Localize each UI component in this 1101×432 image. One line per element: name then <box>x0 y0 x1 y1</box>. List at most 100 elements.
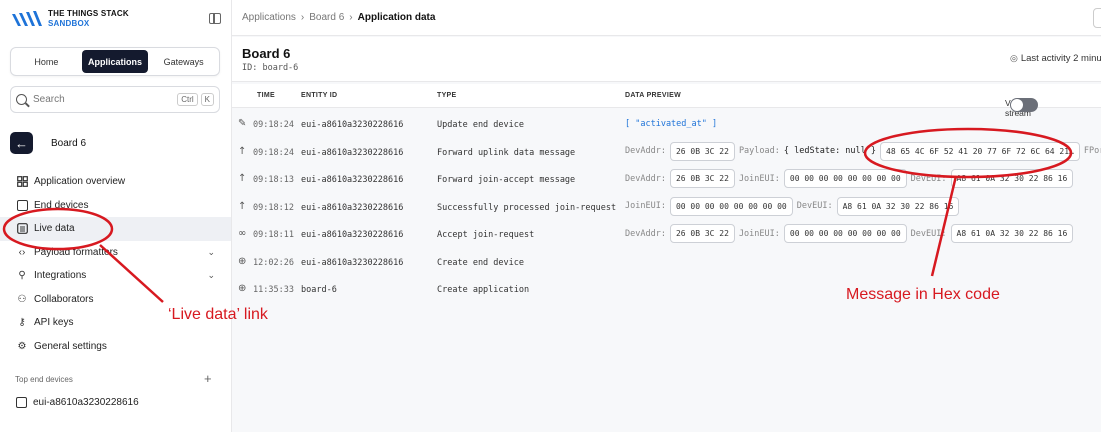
gear-icon: ⚙ <box>17 340 27 352</box>
row-time: 09:18:24 <box>253 120 294 130</box>
breadcrumb-board[interactable]: Board 6 <box>309 12 344 23</box>
table-row[interactable]: ⊕ 12:02:26 eui-a8610a3230228616 Create e… <box>232 248 1101 276</box>
preview-key: DevAddr: <box>625 228 666 239</box>
sidebar-collapse-icon[interactable] <box>209 13 221 24</box>
live-data-annotation: ‘Live data’ link <box>168 306 268 323</box>
chevron-down-icon[interactable]: ⌄ <box>207 247 215 258</box>
search-placeholder: Search <box>33 94 65 105</box>
preview-key: DevEUI: <box>910 228 947 239</box>
key-icon: ⚷ <box>18 317 26 329</box>
list-icon <box>16 223 28 235</box>
sidebar-item-application-overview[interactable]: Application overview <box>0 170 231 194</box>
col-type: TYPE <box>437 92 457 99</box>
row-type: Successfully processed join-request <box>437 202 617 213</box>
deveui-pill[interactable]: A8 61 0A 32 30 22 86 16 <box>950 224 1074 243</box>
row-type: Forward join-accept message <box>437 175 576 185</box>
sidebar-item-label: Payload formatters <box>34 246 118 258</box>
row-type: Forward uplink data message <box>437 147 576 158</box>
col-preview: DATA PREVIEW <box>625 92 681 99</box>
row-type: Accept join-request <box>437 230 535 240</box>
deveui-pill[interactable]: A8 61 0A 32 30 22 86 16 <box>836 196 960 216</box>
top-end-device-item[interactable]: eui-a8610a3230228616 <box>16 397 139 408</box>
preview-key: JoinEUI: <box>738 228 780 239</box>
payload-value: { ledState: null } <box>783 146 877 156</box>
table-row[interactable]: ↑ 09:18:24 eui-a8610a3230228616 Forward … <box>232 138 1101 166</box>
row-type: Create application <box>437 285 530 295</box>
joineui-pill[interactable]: 00 00 00 00 00 00 00 00 <box>783 224 907 243</box>
row-time: 09:18:24 <box>253 147 294 158</box>
sidebar-item-label: Integrations <box>34 270 87 282</box>
arrow-up-icon: ↑ <box>238 145 247 157</box>
sidebar-item-end-devices[interactable]: End devices <box>0 194 231 218</box>
arrow-left-icon: ← <box>15 135 28 151</box>
col-time: TIME <box>257 92 275 99</box>
row-time: 09:18:13 <box>253 175 294 185</box>
sidebar-item-live-data[interactable]: Live data <box>0 217 231 241</box>
breadcrumb-current: Application data <box>357 12 436 23</box>
joineui-pill[interactable]: 00 00 00 00 00 00 00 00 <box>783 169 907 188</box>
row-entity: eui-a8610a3230228616 <box>301 120 404 130</box>
people-icon: ⚇ <box>17 293 27 305</box>
table-row[interactable]: ↑ 09:18:13 eui-a8610a3230228616 Forward … <box>232 165 1101 193</box>
devaddr-pill[interactable]: 26 0B 3C 22 <box>669 141 735 161</box>
preview-key: DevAddr: <box>625 146 666 156</box>
top-switcher: Home Applications Gateways <box>10 47 220 76</box>
sidebar-item-label: End devices <box>34 199 89 211</box>
back-button[interactable]: ← <box>10 132 33 154</box>
row-preview: JoinEUI: 00 00 00 00 00 00 00 00 DevEUI:… <box>625 196 960 216</box>
sidebar-item-general-settings[interactable]: ⚙ General settings <box>0 335 231 359</box>
table-row[interactable]: ∞ 09:18:11 eui-a8610a3230228616 Accept j… <box>232 220 1101 248</box>
row-preview: DevAddr: 26 0B 3C 22 JoinEUI: 00 00 00 0… <box>625 224 1074 243</box>
hex-annotation: Message in Hex code <box>846 286 1000 303</box>
edit-icon: ✎ <box>238 118 247 129</box>
hex-payload-pill[interactable]: 48 65 4C 6F 52 41 20 77 6F 72 6C 64 21… <box>880 141 1080 161</box>
table-row[interactable]: ✎ 09:18:24 eui-a8610a3230228616 Update e… <box>232 110 1101 138</box>
logo[interactable]: THE THINGS STACK SANDBOX <box>10 9 129 29</box>
add-device-icon[interactable]: + <box>204 371 212 386</box>
plus-circle-icon: ⊕ <box>238 283 247 294</box>
preview-key: JoinEUI: <box>625 201 666 211</box>
sidebar-item-integrations[interactable]: ⚲ Integrations ⌄ <box>0 264 231 288</box>
row-time: 12:02:26 <box>253 257 294 268</box>
devaddr-pill[interactable]: 26 0B 3C 22 <box>669 169 735 188</box>
corner-button[interactable] <box>1093 8 1101 28</box>
sidebar-item-label: General settings <box>34 340 107 352</box>
app-name: Board 6 <box>51 137 87 149</box>
row-preview: DevAddr: 26 0B 3C 22 Payload: { ledState… <box>625 141 1101 161</box>
search-icon <box>16 94 27 105</box>
top-end-device-label: eui-a8610a3230228616 <box>33 397 139 408</box>
joineui-pill[interactable]: 00 00 00 00 00 00 00 00 <box>669 196 793 216</box>
row-entity: eui-a8610a3230228616 <box>301 257 404 268</box>
table-row[interactable]: ↑ 09:18:12 eui-a8610a3230228616 Successf… <box>232 193 1101 221</box>
chip-icon <box>16 397 27 408</box>
row-entity: eui-a8610a3230228616 <box>301 147 404 158</box>
page-title: Board 6 <box>242 46 291 61</box>
sidebar-item-payload-formatters[interactable]: ‹› Payload formatters ⌄ <box>0 241 231 265</box>
row-preview: DevAddr: 26 0B 3C 22 JoinEUI: 00 00 00 0… <box>625 169 1074 188</box>
search-input[interactable]: Search Ctrl K <box>10 86 220 113</box>
sidebar-item-label: Application overview <box>34 176 126 188</box>
switcher-home[interactable]: Home <box>13 50 80 73</box>
breadcrumb: Applications › Board 6 › Application dat… <box>232 0 1101 36</box>
row-type: Update end device <box>437 120 524 130</box>
preview-key: DevAddr: <box>625 173 666 184</box>
chevron-right-icon: › <box>300 12 305 23</box>
deveui-pill[interactable]: A8 61 0A 32 30 22 86 16 <box>950 169 1074 188</box>
page-subtitle: ID: board-6 <box>242 63 299 73</box>
switcher-gateways[interactable]: Gateways <box>150 50 217 73</box>
breadcrumb-applications[interactable]: Applications <box>242 12 296 23</box>
chevron-down-icon[interactable]: ⌄ <box>207 270 215 281</box>
sidebar-item-label: API keys <box>34 317 74 329</box>
main-content: Applications › Board 6 › Application dat… <box>232 0 1101 432</box>
row-entity: eui-a8610a3230228616 <box>301 230 404 240</box>
brand-line1: THE THINGS STACK <box>48 9 129 18</box>
plus-circle-icon: ⊕ <box>238 255 247 267</box>
link-icon: ∞ <box>238 228 247 239</box>
devaddr-pill[interactable]: 26 0B 3C 22 <box>669 224 735 243</box>
preview-key: Payload: <box>738 146 780 156</box>
last-activity: ◎ Last activity 2 minu <box>1010 53 1101 64</box>
switcher-applications[interactable]: Applications <box>81 50 149 73</box>
row-time: 09:18:12 <box>253 202 294 213</box>
last-activity-text: Last activity 2 minu <box>1020 53 1101 64</box>
shortcut-ctrl: Ctrl <box>177 93 198 106</box>
